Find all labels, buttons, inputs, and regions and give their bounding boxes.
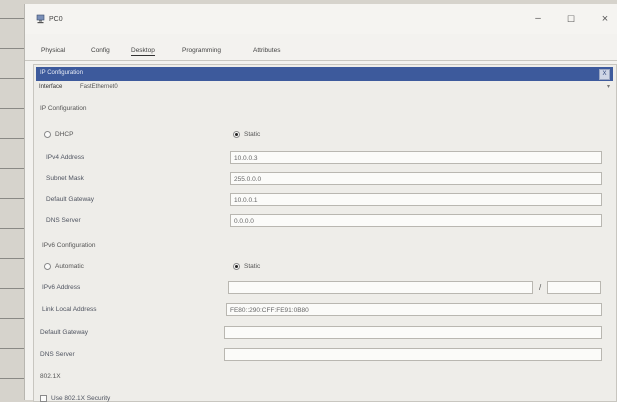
ipv4-dns-server-input[interactable]: 0.0.0.0 — [230, 214, 602, 227]
ip-configuration-header-title: IP Configuration — [40, 70, 83, 76]
pc-window: PC0 – ☐ × Physical Config Desktop Progra… — [24, 4, 617, 402]
interface-label: Interface — [39, 84, 63, 90]
ipv6-automatic-label: Automatic — [55, 263, 84, 270]
paper-line — [0, 138, 26, 139]
ipv6-default-gateway-input[interactable] — [224, 326, 602, 339]
paper-line — [0, 48, 26, 49]
ipv4-default-gateway-label: Default Gateway — [46, 196, 95, 203]
chevron-down-icon[interactable]: ▾ — [607, 83, 610, 90]
tab-attributes[interactable]: Attributes — [253, 47, 280, 54]
ipv4-default-gateway-input[interactable]: 10.0.0.1 — [230, 193, 602, 206]
minimize-button[interactable]: – — [530, 13, 546, 25]
paper-line — [0, 288, 26, 289]
subnet-mask-label: Subnet Mask — [46, 175, 84, 182]
radio-checked-icon[interactable] — [233, 263, 240, 270]
paper-line — [0, 318, 26, 319]
tab-physical[interactable]: Physical — [41, 47, 65, 54]
window-title: PC0 — [49, 16, 63, 23]
ip-configuration-header: IP Configuration X — [36, 67, 613, 81]
ipv6-address-input[interactable] — [228, 281, 533, 294]
paper-line — [0, 18, 26, 19]
paper-line — [0, 378, 26, 379]
ipv4-address-label: IPv4 Address — [46, 154, 85, 161]
ipv6-address-label: IPv6 Address — [42, 284, 81, 291]
radio-unchecked-icon[interactable] — [44, 263, 51, 270]
ipv6-section-title: IPv6 Configuration — [42, 242, 96, 249]
ipv4-section-title: IP Configuration — [40, 105, 87, 112]
link-local-address-label: Link Local Address — [42, 306, 97, 313]
paper-line — [0, 198, 26, 199]
tab-programming[interactable]: Programming — [182, 47, 221, 54]
radio-checked-icon[interactable] — [233, 131, 240, 138]
ip-configuration-panel: IP Configuration X Interface FastEtherne… — [33, 64, 617, 402]
ipv4-address-input[interactable]: 10.0.0.3 — [230, 151, 602, 164]
ipv4-static-radio[interactable]: Static — [233, 131, 260, 138]
tab-bar: Physical Config Desktop Programming Attr… — [25, 42, 617, 61]
close-button[interactable]: × — [597, 13, 613, 25]
paper-line — [0, 108, 26, 109]
dhcp-label: DHCP — [55, 131, 74, 138]
paper-line — [0, 258, 26, 259]
ipv6-prefix-length-input[interactable] — [547, 281, 601, 294]
radio-unchecked-icon[interactable] — [44, 131, 51, 138]
link-local-address-input[interactable]: FE80::290:CFF:FE91:0B80 — [226, 303, 602, 316]
ipv6-automatic-radio[interactable]: Automatic — [44, 263, 84, 270]
ipv6-dns-server-input[interactable] — [224, 348, 602, 361]
dot1x-section-title: 802.1X — [40, 373, 61, 380]
ipv6-dns-server-label: DNS Server — [40, 351, 75, 358]
ipv6-static-radio[interactable]: Static — [233, 263, 260, 270]
use-8021x-checkbox[interactable] — [40, 395, 47, 402]
paper-line — [0, 78, 26, 79]
paper-line — [0, 228, 26, 229]
tab-config[interactable]: Config — [91, 47, 110, 54]
pc-icon — [36, 14, 45, 24]
tab-desktop[interactable]: Desktop — [131, 47, 155, 56]
interface-select[interactable]: FastEthernet0 — [80, 84, 118, 90]
ipv6-static-label: Static — [244, 263, 261, 270]
ip-configuration-close-button[interactable]: X — [599, 69, 610, 80]
interface-row[interactable]: Interface FastEthernet0 ▾ — [36, 83, 613, 93]
paper-line — [0, 168, 26, 169]
dhcp-radio[interactable]: DHCP — [44, 131, 73, 138]
ipv4-dns-server-label: DNS Server — [46, 217, 81, 224]
ipv6-default-gateway-label: Default Gateway — [40, 329, 89, 336]
use-8021x-label: Use 802.1X Security — [51, 395, 111, 402]
paper-line — [0, 348, 26, 349]
ipv4-static-label: Static — [244, 131, 261, 138]
prefix-separator: / — [539, 283, 542, 292]
title-bar: PC0 – ☐ × — [25, 4, 617, 34]
subnet-mask-input[interactable]: 255.0.0.0 — [230, 172, 602, 185]
maximize-button[interactable]: ☐ — [563, 13, 579, 25]
